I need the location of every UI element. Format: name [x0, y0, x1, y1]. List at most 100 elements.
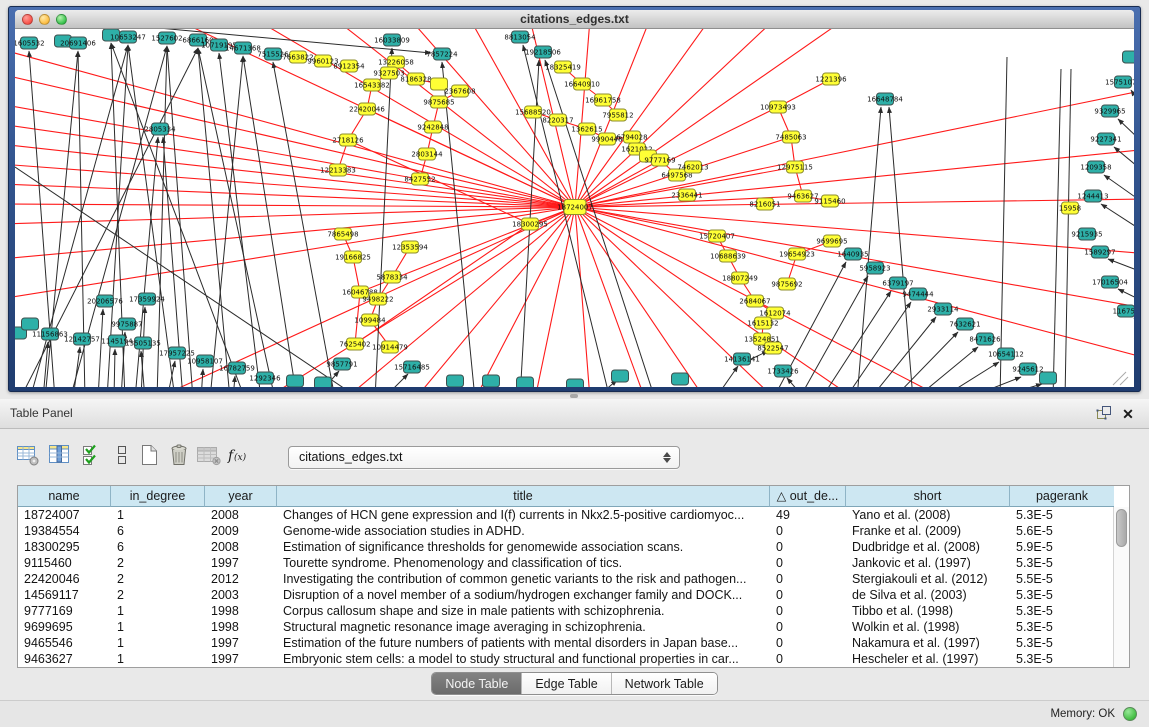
network-node[interactable]: 9875692 — [771, 278, 802, 290]
table-cell[interactable]: 9463627 — [18, 651, 111, 667]
network-node[interactable]: 2684067 — [739, 295, 770, 307]
network-edge[interactable] — [1101, 204, 1134, 239]
network-node[interactable]: 2805334 — [144, 123, 176, 135]
table-cell[interactable]: 6 — [111, 539, 205, 555]
table-select[interactable]: citations_edges.txt — [288, 446, 680, 469]
network-node[interactable] — [22, 318, 39, 330]
table-cell[interactable]: 6 — [111, 523, 205, 539]
new-document-icon[interactable] — [135, 441, 163, 471]
network-node[interactable]: 1099484 — [354, 314, 386, 326]
table-row[interactable]: 1456911722003Disruption of a novel membe… — [18, 587, 1114, 603]
network-edge[interactable] — [1131, 90, 1134, 127]
network-edge[interactable] — [210, 56, 243, 387]
table-cell[interactable]: 1997 — [205, 651, 277, 667]
network-node[interactable] — [1040, 372, 1057, 384]
network-node[interactable] — [672, 373, 689, 385]
network-node[interactable]: 12213383 — [320, 164, 356, 176]
network-edge[interactable] — [575, 29, 590, 207]
network-node[interactable]: 1640935 — [837, 248, 868, 260]
network-node[interactable]: 13505135 — [125, 337, 161, 349]
network-node[interactable]: 16640910 — [564, 78, 600, 90]
network-edge[interactable] — [114, 349, 115, 387]
network-node[interactable]: 16648784 — [867, 93, 903, 105]
network-node[interactable]: 9329965 — [1094, 105, 1125, 117]
network-edge[interactable] — [219, 53, 261, 387]
network-node[interactable]: 2367608 — [444, 85, 475, 97]
table-cell[interactable]: 49 — [770, 507, 846, 523]
table-cell[interactable]: 19384554 — [18, 523, 111, 539]
table-cell[interactable]: Changes of HCN gene expression and I(f) … — [277, 507, 770, 523]
table-cell[interactable]: 1 — [111, 635, 205, 651]
network-node[interactable]: 16782759 — [219, 362, 255, 374]
network-edge[interactable] — [870, 317, 936, 387]
network-edge[interactable] — [167, 46, 193, 387]
network-node[interactable]: 16033809 — [374, 34, 410, 46]
network-edge[interactable] — [889, 107, 913, 387]
network-node[interactable]: 116753 — [1113, 305, 1134, 317]
window-minimize-button[interactable] — [39, 14, 50, 25]
network-node[interactable]: 9777169 — [644, 154, 675, 166]
network-edge[interactable] — [575, 29, 710, 207]
table-cell[interactable]: 2008 — [205, 539, 277, 555]
network-node[interactable]: 13226058 — [378, 56, 414, 68]
network-edge[interactable] — [575, 207, 590, 387]
table-cell[interactable]: 5.3E-5 — [1010, 603, 1114, 619]
table-cell[interactable]: 0 — [770, 571, 846, 587]
network-node[interactable]: 16543382 — [354, 79, 390, 91]
network-node[interactable]: 8471626 — [969, 333, 1001, 345]
network-node[interactable]: 18325419 — [545, 61, 581, 73]
table-row[interactable]: 2242004622012Investigating the contribut… — [18, 571, 1114, 587]
table-cell[interactable]: 0 — [770, 555, 846, 571]
table-cell[interactable]: Tibbo et al. (1998) — [846, 603, 1010, 619]
network-node[interactable]: 19654923 — [779, 248, 815, 260]
network-edge[interactable] — [375, 48, 392, 387]
network-edge[interactable] — [715, 366, 738, 387]
network-node[interactable]: 22420046 — [349, 103, 385, 115]
table-cell[interactable]: 2008 — [205, 507, 277, 523]
network-node[interactable]: 7955812 — [602, 109, 633, 121]
table-cell[interactable]: Genome-wide association studies in ADHD. — [277, 523, 770, 539]
column-header[interactable]: short — [846, 486, 1010, 507]
network-node[interactable]: 18300295 — [512, 218, 548, 230]
table-cell[interactable]: 5.3E-5 — [1010, 619, 1114, 635]
network-edge[interactable] — [1065, 69, 1071, 387]
network-node[interactable]: 7462013 — [677, 161, 708, 173]
table-cell[interactable]: 0 — [770, 651, 846, 667]
network-node[interactable]: 8186328 — [400, 73, 431, 85]
table-cell[interactable]: 5.3E-5 — [1010, 651, 1114, 667]
network-edge[interactable] — [821, 291, 891, 387]
window-zoom-button[interactable] — [56, 14, 67, 25]
window-close-button[interactable] — [22, 14, 33, 25]
network-node[interactable]: 2336441 — [671, 189, 702, 201]
network-edge[interactable] — [1000, 57, 1007, 387]
network-node[interactable]: 16961758 — [585, 94, 621, 106]
network-node[interactable]: 9875685 — [423, 96, 454, 108]
network-node[interactable]: 1209358 — [1080, 161, 1111, 173]
network-node[interactable]: 1221396 — [815, 73, 847, 85]
network-edge[interactable] — [15, 144, 575, 207]
table-cell[interactable]: Dudbridge et al. (2008) — [846, 539, 1010, 555]
network-node[interactable]: 1589297 — [1084, 246, 1115, 258]
table-cell[interactable]: 1998 — [205, 603, 277, 619]
select-rows-icon[interactable] — [78, 441, 106, 471]
table-cell[interactable]: Stergiakouli et al. (2012) — [846, 571, 1010, 587]
network-node[interactable]: 10973493 — [760, 101, 796, 113]
table-cell[interactable]: 2012 — [205, 571, 277, 587]
network-node[interactable] — [517, 377, 534, 387]
column-header[interactable]: year — [205, 486, 277, 507]
network-node[interactable]: 2803144 — [411, 148, 443, 160]
table-row[interactable]: 1938455462009Genome-wide association stu… — [18, 523, 1114, 539]
network-node[interactable]: 9242848 — [417, 121, 448, 133]
column-header[interactable]: name — [18, 486, 111, 507]
network-node[interactable]: 15751074 — [1105, 76, 1134, 88]
row-format-icon[interactable] — [108, 441, 136, 471]
network-node[interactable] — [483, 375, 500, 387]
network-node[interactable]: 5878334 — [376, 271, 408, 283]
network-node[interactable] — [287, 375, 304, 387]
network-node[interactable]: 1733426 — [767, 365, 799, 377]
network-node[interactable]: 12142757 — [64, 333, 100, 345]
network-edge[interactable] — [15, 164, 575, 207]
network-node[interactable]: 8427552 — [404, 173, 435, 185]
network-edge[interactable] — [15, 104, 575, 207]
table-cell[interactable]: de Silva et al. (2003) — [846, 587, 1010, 603]
